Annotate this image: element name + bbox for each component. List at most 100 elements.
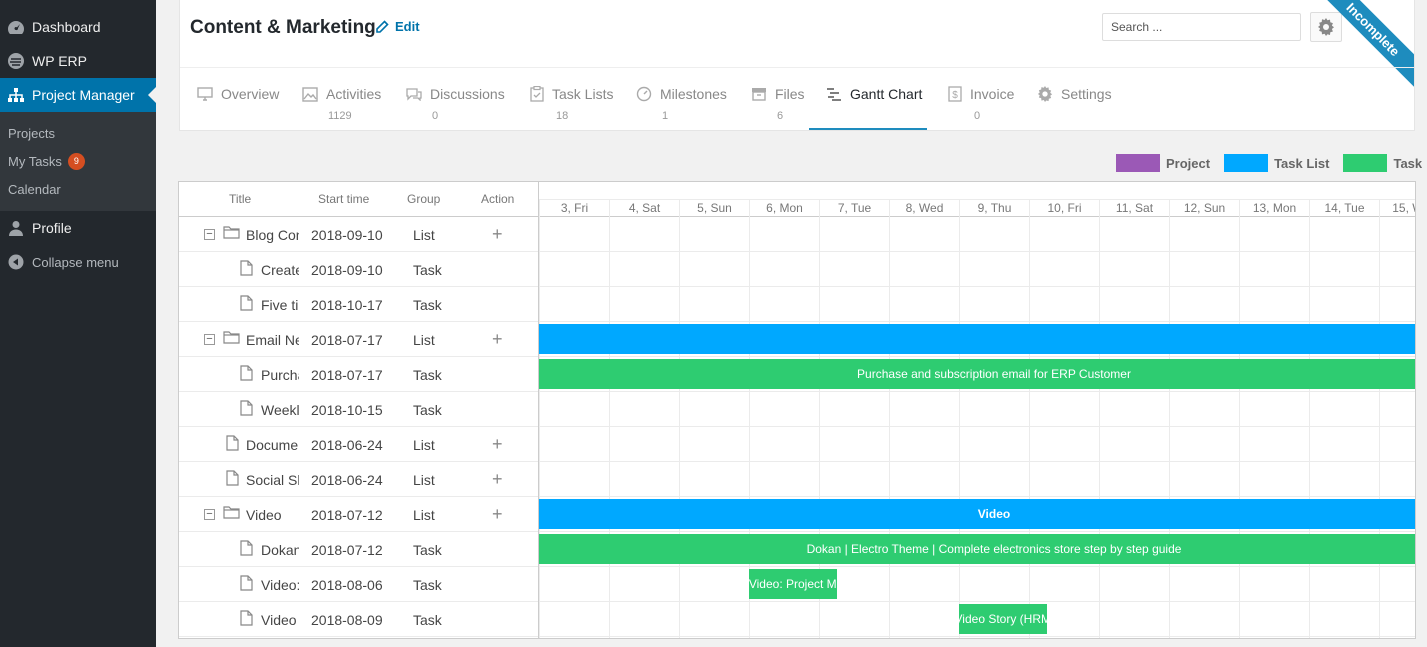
row-title[interactable]: Five tip (261, 297, 299, 313)
submenu-item-projects[interactable]: Projects (8, 123, 55, 143)
tab-gantt-chart[interactable]: Gantt Chart (808, 86, 928, 130)
timeline-day-label: 15, Wed (1379, 200, 1415, 217)
tab-label: Activities (326, 86, 382, 102)
grid-row[interactable]: − Email Ne 2018-07-17 List + (179, 322, 538, 357)
file-icon (240, 610, 253, 629)
add-task-icon[interactable]: + (492, 434, 503, 455)
gantt-icon (827, 88, 841, 101)
tab-milestones[interactable]: Milestones 1 (636, 86, 727, 130)
collapse-toggle-icon[interactable]: − (204, 334, 215, 345)
column-header-start-time: Start time (318, 192, 370, 206)
project-header: Content & Marketing Edit Incomplete Over… (179, 0, 1415, 131)
row-group: Task (413, 542, 442, 558)
column-header-title: Title (229, 192, 252, 206)
submenu-label-my-tasks: My Tasks (8, 153, 62, 169)
grid-header: Title Start time Group Action (179, 182, 538, 217)
row-title[interactable]: Weekly (261, 402, 299, 418)
tab-label: Milestones (660, 86, 727, 102)
collapse-arrow-icon (0, 254, 32, 270)
grid-row[interactable]: Create 2018-09-10 Task (179, 252, 538, 287)
column-header-action: Action (481, 192, 515, 206)
row-start-time: 2018-08-09 (311, 612, 383, 628)
tab-label: Files (775, 86, 805, 102)
grid-row[interactable]: Weekly 2018-10-15 Task (179, 392, 538, 427)
grid-row[interactable]: Video: 2018-08-06 Task (179, 567, 538, 602)
collapse-toggle-icon[interactable]: − (204, 509, 215, 520)
row-title[interactable]: Create (261, 262, 299, 278)
collapse-toggle-icon[interactable]: − (204, 229, 215, 240)
file-icon (226, 435, 239, 454)
project-manager-submenu: Projects My Tasks 9 Calendar (0, 112, 156, 211)
tab-settings[interactable]: Settings (1037, 86, 1112, 130)
task-list-bar[interactable] (539, 324, 1415, 354)
timeline-day-label: 13, Mon (1239, 200, 1309, 217)
gauge-icon (636, 86, 652, 102)
grid-row[interactable]: Five tip 2018-10-17 Task (179, 287, 538, 322)
timeline-body: Purchase and subscription email for ERP … (539, 217, 1415, 638)
grid-row[interactable]: Video : 2018-08-09 Task (179, 602, 538, 637)
grid-row[interactable]: Social Sh 2018-06-24 List + (179, 462, 538, 497)
gantt-timeline: 3, Fri 4, Sat 5, Sun 6, Mon 7, Tue 8, Wed 9, T… (539, 182, 1415, 638)
submenu-item-calendar[interactable]: Calendar (8, 179, 61, 199)
tab-label: Invoice (970, 86, 1015, 102)
tab-label: Gantt Chart (850, 86, 923, 102)
row-title[interactable]: Email Ne (246, 332, 299, 348)
add-task-icon[interactable]: + (492, 224, 503, 245)
tab-files[interactable]: Files 6 (751, 86, 805, 130)
edit-project-label: Edit (395, 19, 420, 34)
timeline-row (539, 392, 1415, 427)
tab-count: 1 (662, 110, 669, 122)
row-title[interactable]: Video : (261, 612, 299, 628)
pencil-icon (376, 19, 389, 33)
timeline-header: 3, Fri 4, Sat 5, Sun 6, Mon 7, Tue 8, Wed 9, T… (539, 182, 1415, 217)
collapse-menu-button[interactable]: Collapse menu (0, 245, 156, 279)
task-list-bar[interactable]: Video (539, 499, 1415, 529)
menu-item-profile[interactable]: Profile (0, 211, 156, 245)
menu-item-dashboard[interactable]: Dashboard (0, 10, 156, 44)
grid-row[interactable]: Dokan 2018-07-12 Task (179, 532, 538, 567)
task-bar[interactable]: Video Story (HRM (959, 604, 1047, 634)
task-bar[interactable]: Dokan | Electro Theme | Complete electro… (539, 534, 1415, 564)
grid-row[interactable]: − Blog Con 2018-09-10 List + (179, 217, 538, 252)
tab-overview[interactable]: Overview (197, 86, 279, 130)
row-group: Task (413, 577, 442, 593)
row-title[interactable]: Documer (246, 437, 299, 453)
grid-row[interactable]: Documer 2018-06-24 List + (179, 427, 538, 462)
tab-activities[interactable]: Activities 1129 (302, 86, 381, 130)
row-title[interactable]: Video (246, 507, 299, 523)
search-input[interactable] (1102, 13, 1301, 41)
grid-row[interactable]: Purcha 2018-07-17 Task (179, 357, 538, 392)
row-title[interactable]: Social Sh (246, 472, 299, 488)
row-title[interactable]: Video: (261, 577, 299, 593)
menu-label-project-manager: Project Manager (32, 87, 135, 103)
file-icon (240, 365, 253, 384)
timeline-day-label: 3, Fri (539, 200, 609, 217)
add-task-icon[interactable]: + (492, 469, 503, 490)
row-group: Task (413, 367, 442, 383)
tab-task-lists[interactable]: Task Lists 18 (530, 86, 613, 130)
submenu-item-my-tasks[interactable]: My Tasks 9 (8, 151, 85, 171)
row-title[interactable]: Dokan (261, 542, 299, 558)
menu-item-project-manager[interactable]: Project Manager (0, 78, 156, 112)
gantt-chart: Title Start time Group Action − Blog Con 2… (178, 181, 1416, 639)
task-bar[interactable]: Purchase and subscription email for ERP … (539, 359, 1415, 389)
tab-invoice[interactable]: $ Invoice 0 (948, 86, 1014, 130)
row-group: List (413, 507, 435, 523)
my-tasks-count-badge: 9 (67, 152, 85, 170)
row-start-time: 2018-06-24 (311, 472, 383, 488)
menu-item-wp-erp[interactable]: WP ERP (0, 44, 156, 78)
tab-discussions[interactable]: Discussions 0 (406, 86, 505, 130)
task-bar[interactable]: Video: Project M (749, 569, 837, 599)
row-title[interactable]: Blog Con (246, 227, 299, 243)
row-title[interactable]: Purcha (261, 367, 299, 383)
row-start-time: 2018-07-17 (311, 367, 383, 383)
add-task-icon[interactable]: + (492, 329, 503, 350)
timeline-day-label: 14, Tue (1309, 200, 1379, 217)
edit-project-link[interactable]: Edit (375, 19, 420, 34)
add-task-icon[interactable]: + (492, 504, 503, 525)
row-start-time: 2018-09-10 (311, 227, 383, 243)
invoice-icon: $ (948, 86, 962, 102)
grid-row[interactable]: − Video 2018-07-12 List + (179, 497, 538, 532)
timeline-row (539, 462, 1415, 497)
tab-label: Discussions (430, 86, 505, 102)
